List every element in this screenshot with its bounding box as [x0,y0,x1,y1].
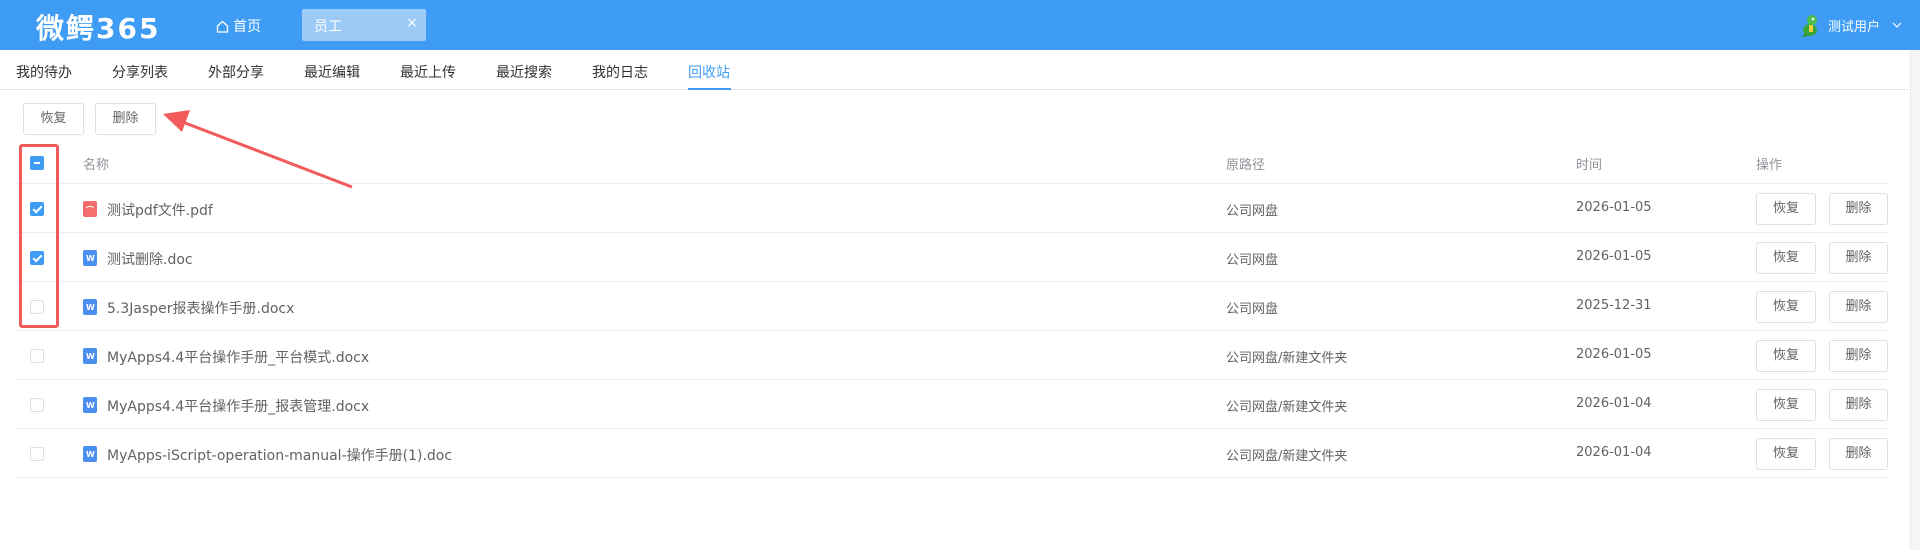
row-delete-button[interactable]: 删除 [1829,241,1888,274]
file-name[interactable]: MyApps4.4平台操作手册_平台模式.docx [107,347,369,367]
row-restore-button[interactable]: 恢复 [1756,388,1816,421]
file-name[interactable]: 测试pdf文件.pdf [107,200,213,220]
file-original-path: 公司网盘/新建文件夹 [1226,399,1348,415]
column-header-time: 时间 [1576,158,1603,173]
avatar [1800,15,1817,37]
row-delete-button[interactable]: 删除 [1829,339,1888,372]
file-time: 2026-01-05 [1576,346,1652,362]
file-name[interactable]: 5.3Jasper报表操作手册.docx [107,298,294,318]
column-header-actions: 操作 [1756,158,1783,173]
close-icon[interactable]: × [406,15,418,31]
tab-recent-search[interactable]: 最近搜索 [496,62,552,82]
file-time: 2026-01-05 [1576,199,1652,215]
row-restore-button[interactable]: 恢复 [1756,192,1816,225]
file-time: 2026-01-04 [1576,395,1652,411]
file-original-path: 公司网盘 [1226,252,1279,268]
row-restore-button[interactable]: 恢复 [1756,241,1816,274]
file-original-path: 公司网盘 [1226,301,1279,317]
file-name[interactable]: 测试删除.doc [107,249,193,269]
row-delete-button[interactable]: 删除 [1829,388,1888,421]
tab-my-log[interactable]: 我的日志 [592,62,648,82]
file-time: 2026-01-04 [1576,444,1652,460]
row-divider [16,477,1888,478]
active-tab-indicator [688,88,731,90]
chevron-down-icon [1892,22,1902,28]
file-time: 2025-12-31 [1576,297,1652,313]
user-menu[interactable]: 测试用户 [1796,12,1902,38]
row-checkbox[interactable] [30,348,44,363]
row-divider [16,379,1888,380]
annotation-arrow [163,110,353,189]
file-name[interactable]: MyApps4.4平台操作手册_报表管理.docx [107,396,369,416]
word-file-icon: W [83,396,97,413]
vertical-scrollbar[interactable] [1910,50,1920,550]
file-name[interactable]: MyApps-iScript-operation-manual-操作手册(1).… [107,445,452,465]
row-divider [16,281,1888,282]
row-delete-button[interactable]: 删除 [1829,192,1888,225]
row-delete-button[interactable]: 删除 [1829,437,1888,470]
pdf-file-icon: ⌒ [83,200,97,217]
file-original-path: 公司网盘/新建文件夹 [1226,350,1348,366]
row-divider [16,330,1888,331]
word-file-icon: W [83,347,97,364]
row-restore-button[interactable]: 恢复 [1756,339,1816,372]
row-restore-button[interactable]: 恢复 [1756,290,1816,323]
word-file-icon: W [83,298,97,315]
file-time: 2026-01-05 [1576,248,1652,264]
file-original-path: 公司网盘/新建文件夹 [1226,448,1348,464]
row-divider [16,232,1888,233]
tab-recent-upload[interactable]: 最近上传 [400,62,456,82]
file-original-path: 公司网盘 [1226,203,1279,219]
row-restore-button[interactable]: 恢复 [1756,437,1816,470]
column-header-path: 原路径 [1226,158,1266,173]
row-divider [16,428,1888,429]
row-checkbox[interactable] [30,446,44,461]
word-file-icon: W [83,445,97,462]
row-delete-button[interactable]: 删除 [1829,290,1888,323]
tab-recycle-bin[interactable]: 回收站 [688,62,730,82]
word-file-icon: W [83,249,97,266]
user-name: 测试用户 [1827,19,1880,35]
row-checkbox[interactable] [30,397,44,412]
